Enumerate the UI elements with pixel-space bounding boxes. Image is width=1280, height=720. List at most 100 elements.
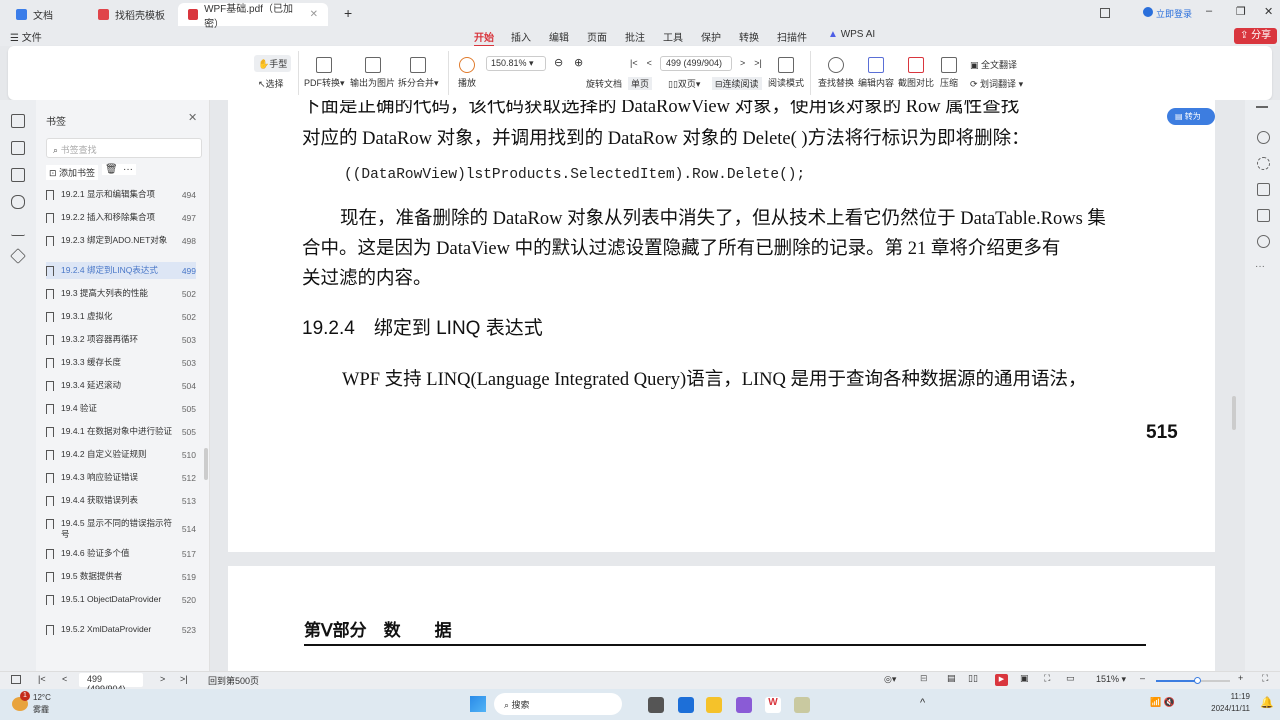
zoom-level-select[interactable]: 151% ▾ xyxy=(1096,674,1126,685)
tab-templates[interactable]: 找稻壳模板 xyxy=(88,3,175,26)
page-input[interactable]: 499 (499/904) xyxy=(79,673,143,694)
store-icon[interactable] xyxy=(678,697,694,713)
bookmark-item[interactable]: 19.4.3 响应验证错误 512 xyxy=(46,469,196,486)
next-page-icon[interactable]: > >| xyxy=(740,56,762,69)
tool-icon[interactable] xyxy=(794,697,810,713)
file-explorer-icon[interactable] xyxy=(706,697,722,713)
next-page-button[interactable]: > xyxy=(160,674,165,684)
first-page-icon[interactable]: |< < xyxy=(630,56,652,69)
bookmark-item[interactable]: 19.4.6 验证多个值 517 xyxy=(46,545,196,562)
help-icon[interactable] xyxy=(1257,235,1270,248)
close-tab-icon[interactable]: ✕ xyxy=(310,9,318,20)
bookmark-item[interactable]: 19.2.2 插入和移除集合项 497 xyxy=(46,209,196,226)
close-window-button[interactable]: ✕ xyxy=(1264,5,1273,18)
zoom-slider[interactable] xyxy=(1156,677,1230,684)
hand-tool-button[interactable]: ✋手型 xyxy=(254,55,292,72)
fit-page-icon[interactable]: ⛶ xyxy=(1044,673,1050,684)
full-translate-button[interactable]: ▣ 全文翻译 xyxy=(970,58,1017,71)
settings-sliders-icon[interactable] xyxy=(1257,183,1270,196)
new-tab-button[interactable]: + xyxy=(344,5,352,21)
menu-insert[interactable]: 插入 xyxy=(511,29,531,44)
bookmark-item[interactable]: 19.5 数据提供者 519 xyxy=(46,568,196,585)
more-icon[interactable]: ··· xyxy=(120,164,136,175)
fullscreen-icon[interactable]: ⛶ xyxy=(1262,673,1268,684)
window-icon[interactable] xyxy=(1100,8,1110,18)
bookmark-item[interactable]: 19.5.2 XmlDataProvider 523 xyxy=(46,621,196,638)
add-bookmark-button[interactable]: ⊡ 添加书签 xyxy=(46,165,99,180)
actual-size-icon[interactable]: ▭ xyxy=(1066,673,1075,684)
sidebar-toggle-icon[interactable] xyxy=(11,675,21,684)
export-image-button[interactable]: 输出为图片 xyxy=(350,57,395,89)
wps-icon[interactable]: W xyxy=(765,697,781,713)
menu-scan[interactable]: 扫描件 xyxy=(777,29,807,44)
bookmark-item[interactable]: 19.5.1 ObjectDataProvider 520 xyxy=(46,591,196,608)
tab-docs[interactable]: 文档 xyxy=(6,3,63,26)
delete-icon[interactable]: 🗑 xyxy=(102,164,121,175)
comment-icon[interactable] xyxy=(11,168,25,182)
double-page-button[interactable]: ▯▯双页▾ xyxy=(668,77,700,90)
bookmark-item[interactable]: 19.3.1 虚拟化 502 xyxy=(46,308,196,325)
continuous-view-icon[interactable]: ⊟ xyxy=(920,673,928,684)
menu-protect[interactable]: 保护 xyxy=(701,29,721,44)
bookmark-item[interactable]: 19.3.3 缓存长度 503 xyxy=(46,354,196,371)
menu-edit[interactable]: 编辑 xyxy=(549,29,569,44)
convert-to-word-button[interactable]: ▤ 转为Word xyxy=(1167,108,1215,138)
collapse-icon[interactable] xyxy=(1256,106,1268,108)
more-icon[interactable]: ··· xyxy=(1255,261,1265,272)
zoom-out-button[interactable]: – xyxy=(1140,673,1145,683)
bookmark-item[interactable]: 19.3.2 项容器再循环 503 xyxy=(46,331,196,348)
translate-icon[interactable] xyxy=(1257,157,1270,170)
compress-button[interactable]: 压缩 xyxy=(940,57,958,89)
share-button[interactable]: ⇪ 分享 xyxy=(1234,28,1278,44)
menu-start[interactable]: 开始 xyxy=(474,29,494,47)
minimize-button[interactable]: – xyxy=(1206,5,1212,17)
last-page-button[interactable]: >| xyxy=(180,674,188,684)
network-volume-icons[interactable]: 📶 🔇 xyxy=(1150,697,1175,708)
select-tool-button[interactable]: ↖选择 xyxy=(258,77,284,90)
pdf-convert-button[interactable]: PDF转换▾ xyxy=(304,57,345,89)
signature-icon[interactable] xyxy=(11,222,25,236)
scrollbar[interactable] xyxy=(204,448,208,480)
fit-width-icon[interactable]: ▣ xyxy=(1020,673,1029,684)
layers-icon[interactable] xyxy=(10,248,26,264)
menu-tools[interactable]: 工具 xyxy=(663,29,683,44)
zoom-in-icon[interactable]: ⊕ xyxy=(574,56,583,69)
close-panel-icon[interactable]: ✕ xyxy=(188,111,197,124)
menu-page[interactable]: 页面 xyxy=(587,29,607,44)
file-menu[interactable]: ☰ 文件 xyxy=(10,29,42,44)
find-replace-button[interactable]: 查找替换 xyxy=(818,57,854,89)
edit-content-button[interactable]: 编辑内容 xyxy=(858,57,894,89)
play-button[interactable]: 播放 xyxy=(458,57,476,89)
zoom-slider-handle[interactable] xyxy=(1193,677,1201,684)
clock-time[interactable]: 11:19 xyxy=(1214,692,1250,701)
bookmark-item[interactable]: 19.4.2 自定义验证规则 510 xyxy=(46,446,196,463)
bookmark-item[interactable]: 19.4.4 获取错误列表 513 xyxy=(46,492,196,509)
word-translate-button[interactable]: ⟳ 划词翻译 ▾ xyxy=(970,77,1023,90)
taskbar-search[interactable]: ⌕ 搜索 xyxy=(494,693,622,715)
notification-bell-icon[interactable]: 🔔 xyxy=(1260,696,1274,709)
double-view-icon[interactable]: ▯▯ xyxy=(968,673,978,684)
bookmark-item[interactable]: 19.2.1 显示和编辑集合项 494 xyxy=(46,186,196,203)
tray-expand-icon[interactable]: ^ xyxy=(920,697,925,709)
back-to-page-link[interactable]: 回到第500页 xyxy=(208,674,259,687)
first-page-button[interactable]: |< xyxy=(38,674,46,684)
rotate-button[interactable]: 旋转文档 xyxy=(586,77,622,90)
zoom-in-button[interactable]: + xyxy=(1238,673,1243,683)
maximize-button[interactable]: ❐ xyxy=(1236,5,1246,18)
bookmark-item[interactable]: 19.2.4 绑定到LINQ表达式 499 xyxy=(46,262,196,279)
bookmark-item[interactable]: 19.3.4 延迟滚动 504 xyxy=(46,377,196,394)
tab-pdf[interactable]: WPF基础.pdf（已加密） ✕ xyxy=(178,3,328,30)
split-merge-button[interactable]: 拆分合并▾ xyxy=(398,57,439,89)
menu-convert[interactable]: 转换 xyxy=(739,29,759,44)
attachment-icon[interactable] xyxy=(11,195,25,209)
task-view-icon[interactable] xyxy=(648,697,664,713)
book-search-icon[interactable] xyxy=(1257,209,1270,222)
bookmark-search-input[interactable]: ⌕ 书签查找 xyxy=(46,138,202,158)
zoom-out-icon[interactable]: ⊖ xyxy=(554,56,563,69)
wps-ai-button[interactable]: ▲ WPS AI xyxy=(828,29,875,40)
page-input[interactable]: 499 (499/904) xyxy=(660,56,732,71)
play-icon[interactable]: ▶ xyxy=(995,674,1008,686)
clock-date[interactable]: 2024/11/11 xyxy=(1200,704,1250,713)
read-mode-button[interactable]: 阅读模式 xyxy=(768,57,804,89)
visual-studio-icon[interactable] xyxy=(736,697,752,713)
